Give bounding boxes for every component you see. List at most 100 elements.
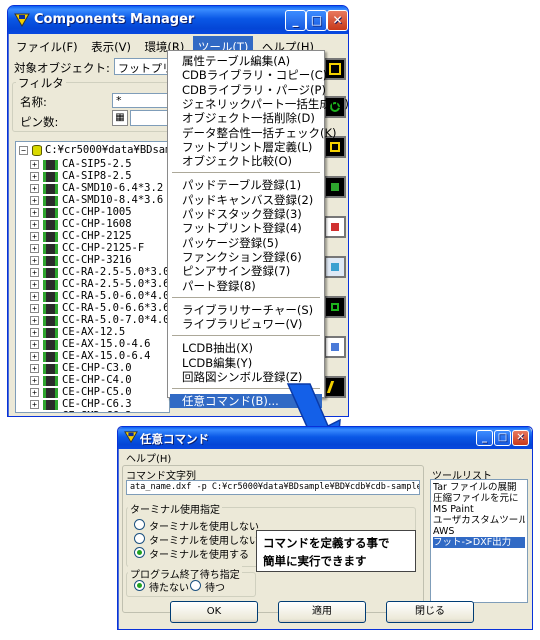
dialog-menu-help[interactable]: ヘルプ(H) xyxy=(121,449,176,465)
tree-row[interactable]: + CE-SMD-C6.3 xyxy=(16,410,169,413)
tools-menu-item[interactable]: パート登録(8) xyxy=(170,279,322,293)
tools-menu-item[interactable]: フットプリント登録(4) xyxy=(170,221,322,235)
tools-menu-item[interactable]: オブジェクト比較(O) xyxy=(170,154,322,168)
footprint-icon xyxy=(43,352,58,362)
tree-item-label: CC-RA-5.0-6.0*4.0 xyxy=(62,290,170,302)
expand-icon[interactable]: + xyxy=(30,328,39,337)
menu-view[interactable]: 表示(V) xyxy=(86,36,136,56)
tool-list-item[interactable]: フット->DXF出力 xyxy=(433,537,525,548)
expand-icon[interactable]: + xyxy=(30,304,39,313)
tools-menu-item[interactable]: LCDB編集(Y) xyxy=(170,356,322,370)
expand-icon[interactable]: + xyxy=(30,244,39,253)
dialog-minimize-button[interactable]: _ xyxy=(476,430,493,446)
expand-icon[interactable]: + xyxy=(30,340,39,349)
terminal-option-1-radio[interactable] xyxy=(134,519,145,530)
expand-icon[interactable]: + xyxy=(30,196,39,205)
footprint-icon xyxy=(43,376,58,386)
callout-line-1: コマンドを定義する事で xyxy=(263,536,390,550)
footprint-icon xyxy=(43,232,58,242)
terminal-option-2-radio[interactable] xyxy=(134,533,145,544)
pin-count-button[interactable]: ▦ xyxy=(112,110,128,126)
component-tree[interactable]: − C:¥cr5000¥data¥BDsamp + CA-SIP5-2.5 + CA-… xyxy=(15,141,170,413)
menu-file[interactable]: ファイル(F) xyxy=(11,36,83,56)
tree-item-label: CA-SMD10-6.4*3.2 xyxy=(62,182,164,194)
expand-icon[interactable]: + xyxy=(30,232,39,241)
expand-icon[interactable]: + xyxy=(30,292,39,301)
tree-item-label: CE-SMD-C6.3 xyxy=(62,410,132,412)
expand-icon[interactable]: + xyxy=(30,220,39,229)
expand-icon[interactable]: + xyxy=(30,316,39,325)
tool-icon-8[interactable] xyxy=(324,336,346,358)
footprint-icon xyxy=(43,196,58,206)
expand-icon[interactable]: + xyxy=(30,412,39,413)
terminal-option-1-label: ターミナルを使用しない xyxy=(149,522,259,533)
expand-icon[interactable]: + xyxy=(30,256,39,265)
menu-separator xyxy=(172,172,320,174)
tool-list-item[interactable]: MS Paint xyxy=(433,504,525,515)
tools-menu-item[interactable]: オブジェクト一括削除(D) xyxy=(170,111,322,125)
expand-icon[interactable]: + xyxy=(30,184,39,193)
dialog-maximize-button[interactable]: □ xyxy=(494,430,511,446)
tree-item-label: CC-CHP-2125-F xyxy=(62,242,145,254)
expand-icon[interactable]: + xyxy=(30,388,39,397)
expand-icon[interactable]: + xyxy=(30,160,39,169)
tools-menu-item[interactable]: パッドテーブル登録(1) xyxy=(170,178,322,192)
terminal-option-3-radio[interactable] xyxy=(134,547,145,558)
window-title: Components Manager xyxy=(34,12,195,27)
tools-menu-item[interactable]: ファンクション登録(6) xyxy=(170,250,322,264)
tool-icon-4[interactable] xyxy=(324,176,346,198)
expand-icon[interactable]: + xyxy=(30,268,39,277)
pin-count-input[interactable] xyxy=(130,110,170,126)
tools-menu-item[interactable]: CDBライブラリ・コピー(C) xyxy=(170,68,327,82)
tools-dropdown-menu: 属性テーブル編集(A) CDBライブラリ・コピー(C) CDBライブラリ・パージ(P… xyxy=(167,50,349,409)
name-filter-input[interactable]: * xyxy=(112,93,170,108)
tree-item-label: CC-RA-5.0-7.0*4.0 xyxy=(62,314,170,326)
tool-list[interactable]: Tar ファイルの展開 圧縮ファイルを元に MS Paint ユーザカスタムツール AW… xyxy=(430,479,528,603)
wait-no-radio[interactable] xyxy=(134,580,145,591)
tool-list-item[interactable]: ユーザカスタムツール xyxy=(433,515,525,526)
apply-button[interactable]: 適用 xyxy=(278,601,366,623)
expand-icon[interactable]: + xyxy=(30,172,39,181)
tool-icon-7[interactable] xyxy=(324,296,346,318)
target-object-select[interactable]: フットプリ xyxy=(114,58,170,75)
expand-icon[interactable]: + xyxy=(30,376,39,385)
tree-root-row[interactable]: − C:¥cr5000¥data¥BDsamp xyxy=(16,144,169,157)
close-dialog-button[interactable]: 閉じる xyxy=(386,601,474,623)
tools-menu-item[interactable]: フットプリント層定義(L) xyxy=(170,140,322,154)
tool-list-item[interactable]: Tar ファイルの展開 xyxy=(433,482,525,493)
tools-menu-item[interactable]: パッケージ登録(5) xyxy=(170,236,322,250)
tools-menu-item[interactable]: ピンアサイン登録(7) xyxy=(170,264,322,278)
command-string-input[interactable]: ata_name.dxf -p C:¥cr5000¥data¥BDsample¥… xyxy=(126,480,420,495)
collapse-icon[interactable]: − xyxy=(19,146,28,155)
title-bar[interactable]: Components Manager _ □ ✕ xyxy=(8,6,348,34)
tools-menu-item[interactable]: 属性テーブル編集(A) xyxy=(170,54,322,68)
dialog-title-bar[interactable]: 任意コマンド _ □ ✕ xyxy=(118,427,532,449)
close-button[interactable]: ✕ xyxy=(327,10,348,31)
ok-button[interactable]: OK xyxy=(170,601,258,623)
minimize-button[interactable]: _ xyxy=(285,10,306,31)
wait-yes-label: 待つ xyxy=(205,583,225,594)
tools-menu-item[interactable]: ライブラリサーチャー(S) xyxy=(170,303,322,317)
tool-icon-1[interactable] xyxy=(324,58,346,80)
tools-menu-item[interactable]: ジェネリックパート一括生成(G) xyxy=(170,97,349,111)
tools-menu-item[interactable]: ライブラリビュワー(V) xyxy=(170,317,322,331)
wait-yes-radio[interactable] xyxy=(190,580,201,591)
tool-list-item[interactable]: 圧縮ファイルを元に xyxy=(433,493,525,504)
maximize-button[interactable]: □ xyxy=(306,10,327,31)
expand-icon[interactable]: + xyxy=(30,208,39,217)
tools-menu-item[interactable]: データ整合性一括チェック(K) xyxy=(170,126,337,140)
dialog-menubar: ヘルプ(H) xyxy=(121,449,529,465)
expand-icon[interactable]: + xyxy=(30,280,39,289)
tools-menu-item[interactable]: パッドスタック登録(3) xyxy=(170,207,322,221)
tools-menu-item[interactable]: パッドキャンバス登録(2) xyxy=(170,193,322,207)
expand-icon[interactable]: + xyxy=(30,352,39,361)
tool-icon-6[interactable] xyxy=(324,256,346,278)
expand-icon[interactable]: + xyxy=(30,400,39,409)
tools-menu-item[interactable]: CDBライブラリ・パージ(P) xyxy=(170,83,326,97)
footprint-icon xyxy=(43,328,58,338)
tools-menu-item[interactable]: LCDB抽出(X) xyxy=(170,341,322,355)
tool-icon-5[interactable] xyxy=(324,216,346,238)
expand-icon[interactable]: + xyxy=(30,364,39,373)
dialog-close-button[interactable]: ✕ xyxy=(512,430,529,446)
tool-list-item[interactable]: AWS xyxy=(433,526,525,537)
